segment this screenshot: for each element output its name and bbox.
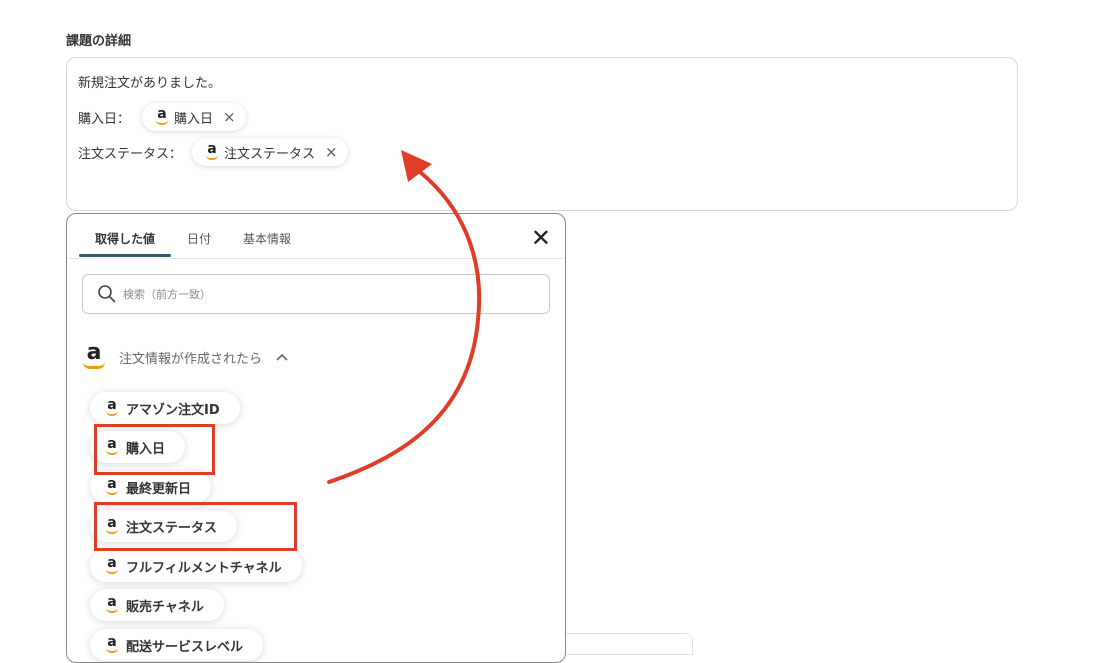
annotation-arrow [327,150,482,484]
